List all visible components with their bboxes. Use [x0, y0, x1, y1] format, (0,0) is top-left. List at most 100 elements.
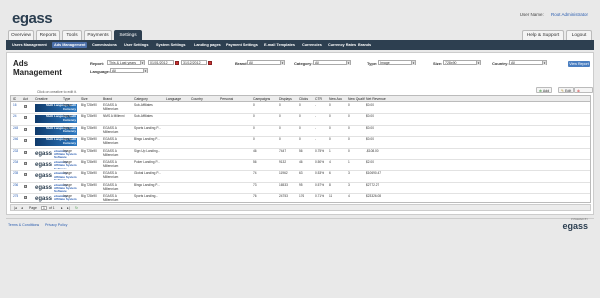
column-header[interactable]: Net Revenue: [366, 96, 386, 102]
egass-logo: egass: [35, 184, 53, 191]
column-header[interactable]: Displays: [279, 96, 292, 102]
cell-displays: 16533: [279, 182, 288, 187]
active-checkbox[interactable]: ✓: [24, 173, 27, 177]
refresh-icon[interactable]: ↻: [75, 205, 78, 211]
cell-id[interactable]: 236: [13, 183, 18, 187]
subnav-landing-pages[interactable]: Landing pages: [192, 42, 223, 48]
cell-clicks: 0: [299, 114, 301, 119]
active-checkbox[interactable]: ✓: [24, 116, 27, 120]
subnav-system-settings[interactable]: System Settings: [154, 42, 188, 48]
cell-brand: EGASS A Millennium: [103, 137, 119, 146]
subnav-user-settings[interactable]: User Settings: [122, 42, 150, 48]
edit-hint: Click on creative to edit it.: [37, 90, 77, 94]
privacy-link[interactable]: Privacy Policy: [45, 223, 67, 227]
column-header[interactable]: CTR: [315, 96, 322, 102]
column-header[interactable]: Personal: [220, 96, 233, 102]
size-select[interactable]: 728x90 ▾: [443, 60, 481, 65]
language-select[interactable]: All ▾: [110, 68, 148, 73]
cell-campaigns: 56: [253, 160, 257, 164]
active-checkbox[interactable]: ✓: [24, 184, 27, 188]
column-header[interactable]: Creative: [35, 96, 48, 102]
next-page-icon[interactable]: ▸: [61, 205, 63, 211]
table-row[interactable]: 235 ✓ egass eGaming Affiliate System Softwa…: [11, 171, 590, 183]
subnav-commissions[interactable]: Commissions: [90, 42, 119, 48]
table-row[interactable]: 236 ✓ egass eGaming Affiliate System Softwa…: [11, 182, 590, 195]
subnav-brands[interactable]: Brands: [356, 42, 373, 48]
first-page-icon[interactable]: |◂: [14, 205, 17, 211]
category-select[interactable]: All ▾: [313, 60, 351, 65]
table-row[interactable]: 275 ✓ egass eGaming Affiliate System Softwa…: [11, 194, 590, 202]
country-select[interactable]: All ▾: [509, 60, 547, 65]
cell-newacc: 11: [329, 194, 333, 199]
help-support-button[interactable]: Help & Support: [522, 30, 564, 40]
column-header[interactable]: ID: [13, 96, 16, 102]
user-name[interactable]: Root Administrator: [551, 12, 588, 17]
subnav-currency-rates[interactable]: Currency Rates: [326, 42, 358, 48]
table-row[interactable]: 24 ✓ Multi Language Multi Currency Image Big…: [11, 114, 590, 126]
cell-id[interactable]: 24: [13, 114, 17, 118]
prev-page-icon[interactable]: ◂: [21, 205, 23, 211]
cell-id[interactable]: 233: [13, 149, 18, 153]
cell-id[interactable]: 16: [13, 103, 17, 107]
active-checkbox[interactable]: ✓: [24, 150, 27, 154]
column-header[interactable]: Campaigns: [253, 96, 270, 102]
cell-id[interactable]: 246: [13, 137, 18, 141]
cell-id[interactable]: 275: [13, 194, 18, 198]
column-header[interactable]: Act: [23, 96, 28, 102]
page-number-input[interactable]: 1: [41, 206, 47, 210]
delete-button[interactable]: ⊗ Delete: [574, 87, 593, 99]
logout-button[interactable]: Logout: [566, 30, 592, 40]
active-checkbox[interactable]: ✓: [24, 196, 27, 200]
view-report-button[interactable]: View Report: [568, 61, 590, 67]
calendar-icon[interactable]: [175, 60, 179, 65]
brand-select[interactable]: All ▾: [247, 60, 285, 65]
cell-id[interactable]: 245: [13, 126, 18, 130]
column-header[interactable]: Size: [81, 96, 88, 102]
active-checkbox[interactable]: ✓: [24, 105, 27, 108]
column-header[interactable]: New Acc: [329, 96, 342, 102]
cell-id[interactable]: 234: [13, 160, 18, 164]
table-row[interactable]: 245 ✓ Multi Language Multi Currency Image Bi…: [11, 125, 590, 138]
table-row[interactable]: 234 ✓ egass eGaming Affiliate System Softwa…: [11, 160, 590, 172]
tab-payments[interactable]: Payments: [84, 30, 112, 40]
column-header[interactable]: Language: [166, 96, 181, 102]
report-select[interactable]: This & Last years ▾: [107, 60, 145, 65]
cell-clicks: 46: [299, 160, 303, 164]
calendar-icon[interactable]: [208, 60, 212, 65]
table-row[interactable]: 233 ✓ egass eGaming Affiliate System Softwa…: [11, 149, 590, 160]
main-nav: Overview Reports Tools Payments Settings…: [6, 30, 594, 40]
subnav-currencies[interactable]: Currencies: [300, 42, 324, 48]
column-header[interactable]: Brand: [103, 96, 112, 102]
subnav-email-templates[interactable]: E-mail Templates: [262, 42, 297, 48]
column-header[interactable]: Clicks: [299, 96, 308, 102]
date-to-input[interactable]: 31/12/2012: [181, 60, 207, 65]
type-select[interactable]: Image ▾: [378, 60, 416, 65]
column-header[interactable]: Type: [63, 96, 70, 102]
active-checkbox[interactable]: ✓: [24, 162, 27, 165]
date-from-input[interactable]: 01/01/2012: [148, 60, 174, 65]
cell-newacc: 6: [329, 171, 331, 176]
last-page-icon[interactable]: ▸|: [67, 205, 70, 211]
subnav-payment-settings[interactable]: Payment Settings: [224, 42, 260, 48]
cell-brand: EGASS A Millennium: [103, 103, 119, 111]
column-header[interactable]: Country: [191, 96, 203, 102]
cell-ctr: -: [315, 125, 317, 130]
tab-reports[interactable]: Reports: [36, 30, 60, 40]
active-checkbox[interactable]: ✓: [24, 127, 27, 131]
column-header[interactable]: New Qualif: [348, 96, 365, 102]
terms-link[interactable]: Terms & Conditions: [8, 223, 39, 227]
table-row[interactable]: 246 ✓ Multi Language Multi Currency Image Bi…: [11, 137, 590, 149]
edit-button[interactable]: ✎ Edit: [558, 87, 575, 93]
tab-overview[interactable]: Overview: [8, 30, 34, 40]
subnav-ads-management[interactable]: Ads Management: [52, 42, 88, 48]
add-button[interactable]: ⊕ Add: [536, 87, 553, 93]
subnav-users-management[interactable]: Users Management: [10, 42, 49, 48]
active-checkbox[interactable]: ✓: [24, 139, 27, 143]
tab-settings[interactable]: Settings: [114, 30, 142, 40]
column-header[interactable]: Category: [134, 96, 148, 102]
tab-tools[interactable]: Tools: [62, 30, 82, 40]
cell-newacc: 0: [329, 114, 331, 119]
cell-id[interactable]: 235: [13, 171, 18, 175]
table-row[interactable]: 16 ✓ Multi Language Multi Currency Image Big…: [11, 103, 590, 115]
cell-qualif: 0: [348, 103, 350, 107]
